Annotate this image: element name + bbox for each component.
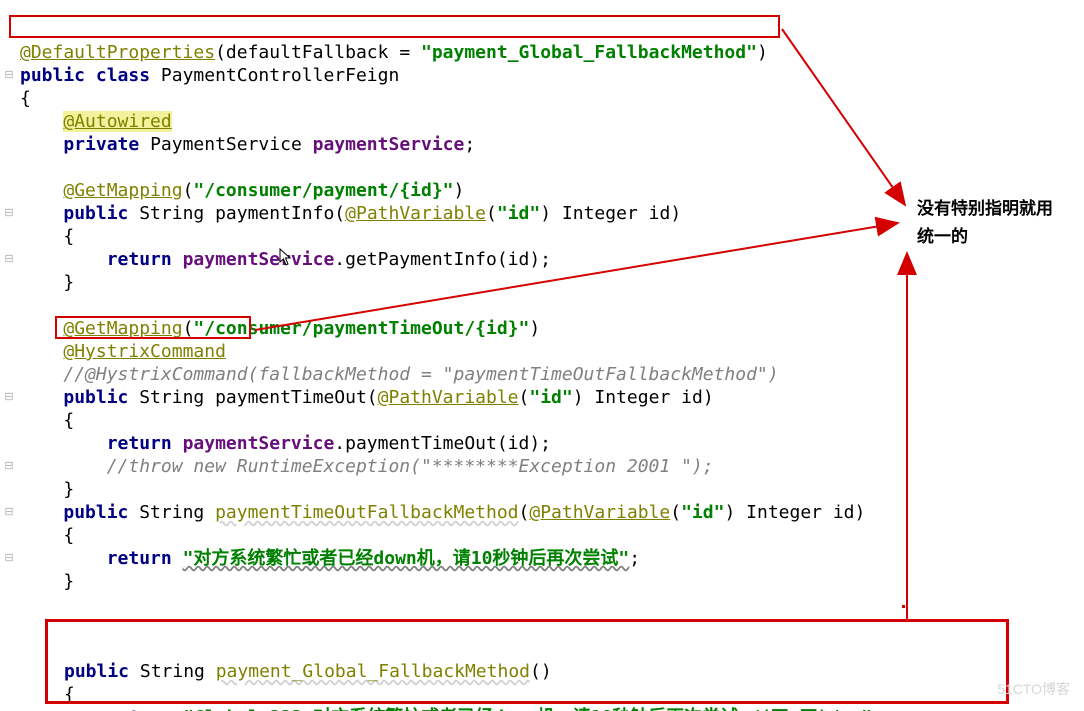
- line-1: @DefaultProperties(defaultFallback = "pa…: [20, 42, 768, 63]
- line-10: }: [20, 272, 74, 293]
- fold-marker: ⊟: [3, 548, 15, 571]
- line-14: public String paymentTimeOut(@PathVariab…: [20, 387, 714, 408]
- line-21: return "对方系统繁忙或者已经down机，请10秒钟后再次尝试";: [20, 548, 640, 569]
- line-g2: {: [64, 684, 75, 705]
- line-6: @GetMapping("/consumer/payment/{id}"): [20, 180, 464, 201]
- line-7: public String paymentInfo(@PathVariable(…: [20, 203, 681, 224]
- line-20: {: [20, 525, 74, 546]
- line-3: {: [20, 88, 31, 109]
- fold-marker: ⊟: [3, 65, 15, 88]
- line-8: {: [20, 226, 74, 247]
- annotation-callout: 没有特别指明就用 统一的: [917, 195, 1053, 251]
- line-15: {: [20, 410, 74, 431]
- fold-marker: ⊟: [3, 203, 15, 226]
- line-19: public String paymentTimeOutFallbackMeth…: [20, 502, 865, 523]
- line-2: public class PaymentControllerFeign: [20, 65, 399, 86]
- fold-marker: ⊟: [3, 502, 15, 525]
- fold-marker: ⊟: [3, 456, 15, 479]
- line-g1: public String payment_Global_FallbackMet…: [64, 661, 552, 682]
- line-5: private PaymentService paymentService;: [20, 134, 475, 155]
- line-11: @GetMapping("/consumer/paymentTimeOut/{i…: [20, 318, 540, 339]
- line-22: }: [20, 571, 74, 592]
- line-g3: return "Global 222 对方系统繁忙或者已经down机，请10秒钟…: [64, 707, 883, 711]
- code-block-global-fallback: public String payment_Global_FallbackMet…: [64, 637, 883, 711]
- line-18: }: [20, 479, 74, 500]
- line-16: return paymentService.paymentTimeOut(id)…: [20, 433, 551, 454]
- line-13: //@HystrixCommand(fallbackMethod = "paym…: [20, 364, 779, 385]
- line-9: return paymentService.getPaymentInfo(id)…: [20, 249, 551, 270]
- watermark: 51CTO博客: [997, 678, 1070, 701]
- fold-marker: ⊟: [3, 387, 15, 410]
- line-12: @HystrixCommand: [20, 341, 226, 362]
- fold-marker: ⊟: [3, 249, 15, 272]
- line-17: //throw new RuntimeException("********Ex…: [20, 456, 714, 477]
- code-block-main: @DefaultProperties(defaultFallback = "pa…: [20, 18, 865, 593]
- line-4: @Autowired: [20, 111, 172, 132]
